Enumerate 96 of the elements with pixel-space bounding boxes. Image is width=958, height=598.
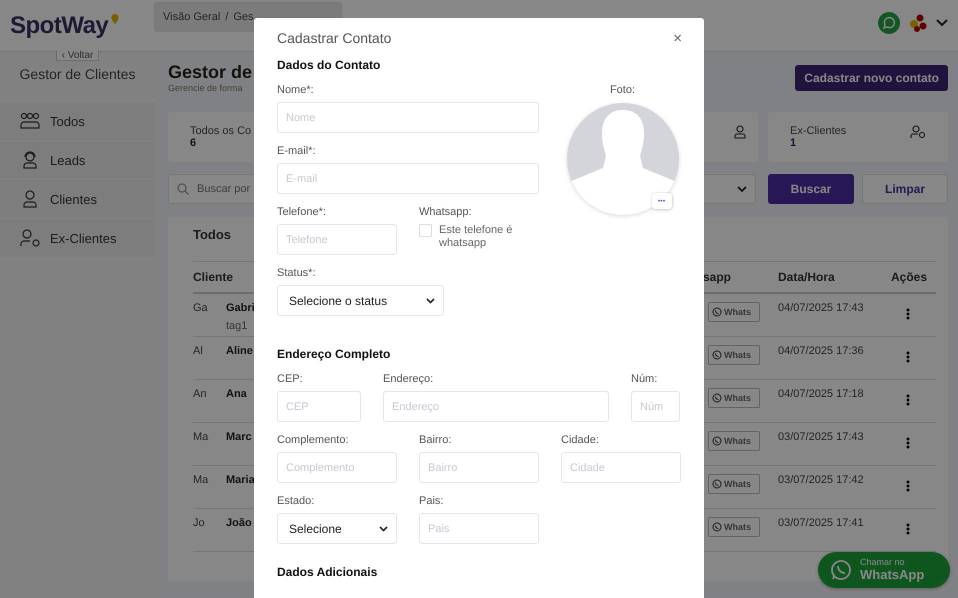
- client-name: Aline: [226, 345, 253, 357]
- whatsapp-button[interactable]: Whats: [708, 431, 760, 451]
- more-options-icon[interactable]: [906, 351, 910, 363]
- more-options-icon[interactable]: [906, 437, 910, 449]
- initials-text: An: [193, 388, 208, 400]
- column-header: Cliente: [193, 270, 234, 284]
- column-header: Ações: [891, 270, 928, 284]
- more-options-icon[interactable]: [906, 480, 910, 492]
- chevron-down-icon: [737, 186, 747, 192]
- more-options-icon[interactable]: [906, 523, 910, 535]
- whatsapp-icon: [712, 479, 722, 489]
- field-label: Cidade:: [561, 434, 600, 446]
- whatsapp-button[interactable]: Whats: [708, 388, 760, 408]
- stat-value: 6: [190, 137, 198, 149]
- state-select[interactable]: Selecione: [277, 513, 397, 544]
- search-icon: [177, 183, 189, 195]
- sidebar-item[interactable]: Clientes: [0, 180, 155, 218]
- field-label: Núm:: [631, 373, 658, 385]
- section-heading: Dados Adicionais: [277, 565, 378, 579]
- person-tag-icon: [910, 125, 926, 139]
- chevron-down-icon: [426, 298, 435, 304]
- close-button[interactable]: ×: [673, 30, 682, 46]
- sidebar-item[interactable]: Ex-Clientes: [0, 219, 155, 257]
- whatsapp-icon: [712, 307, 722, 317]
- sidebar-item[interactable]: Leads: [0, 141, 155, 179]
- clear-button[interactable]: Limpar: [862, 174, 948, 204]
- field-label: Pais:: [419, 495, 444, 507]
- field-label: Endereço:: [383, 373, 434, 385]
- page-title: Gestor de: [168, 62, 252, 83]
- whatsapp-button[interactable]: Whats: [708, 474, 760, 494]
- client-name: Gabri: [226, 302, 255, 314]
- initials-text: Ga: [193, 302, 209, 314]
- stat-value: 1: [790, 137, 798, 149]
- initials-text: Ma: [193, 431, 210, 443]
- stat-label: Ex-Clientes: [790, 125, 846, 137]
- whatsapp-chat-button[interactable]: Chamar no WhatsApp: [818, 552, 950, 588]
- client-name: Marc: [226, 431, 252, 443]
- checkbox-label: Este telefone é whatsapp: [439, 224, 514, 250]
- search-button[interactable]: Buscar: [768, 174, 854, 204]
- whatsapp-checkbox[interactable]: [419, 224, 432, 237]
- client-tag: tag1: [226, 320, 248, 332]
- section-heading: Dados do Contato: [277, 58, 382, 72]
- date-time-cell-text: 03/07/2025 17:43: [778, 431, 865, 443]
- section-heading: Endereço Completo: [277, 347, 392, 361]
- logo-pin-icon: [110, 12, 120, 24]
- whatsapp-icon: [712, 436, 722, 446]
- breadcrumb-link[interactable]: Ges: [233, 11, 254, 23]
- back-button[interactable]: ‹ Voltar: [56, 50, 100, 61]
- sidebar-item[interactable]: Todos: [0, 102, 155, 140]
- chevron-down-icon[interactable]: [936, 18, 948, 26]
- whatsapp-button[interactable]: Whats: [708, 302, 760, 322]
- whatsapp-icon: [712, 393, 722, 403]
- date-time-cell-text: 04/07/2025 17:18: [778, 388, 865, 400]
- field-label: Complemento:: [277, 434, 350, 446]
- sidebar-title: Gestor de Clientes: [18, 66, 136, 82]
- initials-text: Jo: [193, 517, 206, 529]
- field-label: CEP:: [277, 373, 304, 385]
- field-label: Telefone*:: [277, 206, 327, 218]
- initials-text: Ma: [193, 474, 210, 486]
- date-time-cell-text: 03/07/2025 17:41: [778, 517, 865, 529]
- whatsapp-icon: [712, 522, 722, 532]
- page-subtitle: Gerencie de forma: [168, 83, 244, 93]
- whatsapp-icon: [712, 350, 722, 360]
- initials-text: Al: [193, 345, 204, 357]
- client-name: João: [226, 517, 252, 529]
- field-label: Foto:: [610, 84, 636, 96]
- people-icon: [19, 112, 41, 130]
- breadcrumb-separator: /: [225, 11, 228, 23]
- person-tag-icon: [19, 229, 41, 247]
- field-label: Nome*:: [277, 84, 315, 96]
- whatsapp-button[interactable]: Whats: [708, 517, 760, 537]
- whatsapp-icon: [830, 559, 852, 581]
- field-label: Estado:: [277, 495, 316, 507]
- more-options-icon[interactable]: [906, 308, 910, 320]
- dialog-title: Cadastrar Contato: [277, 30, 392, 46]
- date-time-cell-text: 04/07/2025 17:43: [778, 302, 865, 314]
- whatsapp-button[interactable]: Whats: [708, 345, 760, 365]
- field-label: Whatsapp:: [419, 206, 473, 218]
- date-time-cell-text: 04/07/2025 17:36: [778, 345, 865, 357]
- more-options-icon[interactable]: [906, 394, 910, 406]
- date-time-cell-text: 03/07/2025 17:42: [778, 474, 865, 486]
- field-label: E-mail*:: [277, 145, 317, 157]
- breadcrumb-link[interactable]: Visão Geral: [163, 11, 220, 23]
- chevron-down-icon: [379, 526, 388, 532]
- stat-label: Todos os Co: [190, 125, 252, 137]
- column-header: Data/Hora: [778, 270, 836, 284]
- client-name: Maria: [226, 474, 255, 486]
- client-name: Ana: [226, 388, 247, 400]
- status-select[interactable]: Selecione o status: [277, 285, 444, 316]
- person-icon: [734, 125, 746, 139]
- whatsapp-icon[interactable]: [878, 12, 900, 34]
- column-header: sapp: [703, 270, 732, 284]
- field-label: Bairro:: [419, 434, 452, 446]
- field-label: Status*:: [277, 267, 317, 279]
- logo-text: SpotWay: [10, 12, 108, 40]
- new-contact-button[interactable]: Cadastrar novo contato: [795, 65, 948, 91]
